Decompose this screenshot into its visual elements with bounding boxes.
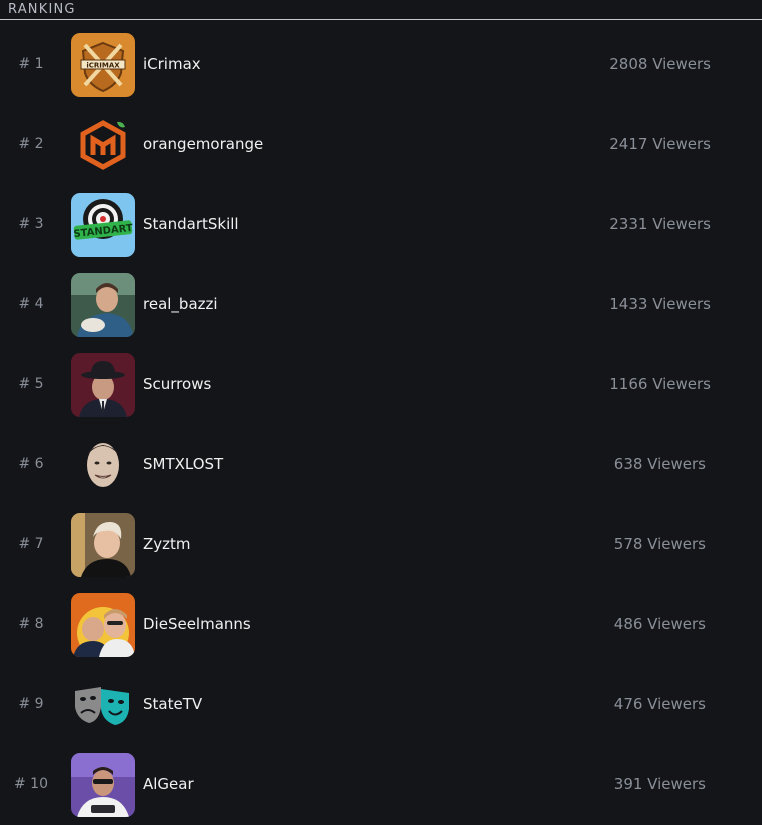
viewer-count: 476 Viewers: [613, 695, 706, 713]
ranking-list: # 1 iCRIMAX iCrimax 2808 Viewers # 2 ora…: [0, 25, 762, 825]
channel-name[interactable]: orangemorange: [143, 135, 263, 153]
channel-name[interactable]: DieSeelmanns: [143, 615, 251, 633]
channel-name[interactable]: AlGear: [143, 775, 194, 793]
channel-name[interactable]: StateTV: [143, 695, 202, 713]
viewer-count: 486 Viewers: [613, 615, 706, 633]
channel-avatar[interactable]: STANDART: [71, 193, 135, 257]
svg-text:iCRIMAX: iCRIMAX: [86, 62, 120, 70]
rank-number: # 7: [18, 536, 44, 552]
ranking-row[interactable]: # 4 real_bazzi 1433 Viewers: [0, 265, 762, 345]
ranking-row[interactable]: # 1 iCRIMAX iCrimax 2808 Viewers: [0, 25, 762, 105]
viewer-count: 2331 Viewers: [609, 215, 711, 233]
viewer-count: 1433 Viewers: [609, 295, 711, 313]
ranking-row[interactable]: # 9 StateTV 476 Viewers: [0, 665, 762, 745]
person-photo-icon: [71, 273, 135, 337]
channel-name[interactable]: Scurrows: [143, 375, 211, 393]
rank-number: # 1: [18, 56, 44, 72]
viewer-count: 1166 Viewers: [609, 375, 711, 393]
channel-avatar[interactable]: iCRIMAX: [71, 33, 135, 97]
viewer-count: 2417 Viewers: [609, 135, 711, 153]
channel-avatar[interactable]: [71, 753, 135, 817]
theater-masks-icon: [71, 673, 135, 737]
viewer-count: 578 Viewers: [613, 535, 706, 553]
person-photo-icon: [71, 753, 135, 817]
ranking-title: RANKING: [8, 2, 76, 17]
face-cutout-icon: [71, 433, 135, 497]
dartboard-logo-icon: STANDART: [71, 193, 135, 257]
viewer-count: 638 Viewers: [613, 455, 706, 473]
two-people-photo-icon: [71, 593, 135, 657]
channel-avatar[interactable]: [71, 273, 135, 337]
ranking-row[interactable]: # 5 Scurrows 1166 Viewers: [0, 345, 762, 425]
channel-name[interactable]: iCrimax: [143, 55, 201, 73]
viewer-count: 2808 Viewers: [609, 55, 711, 73]
ranking-row[interactable]: # 7 Zyztm 578 Viewers: [0, 505, 762, 585]
rank-number: # 8: [18, 616, 44, 632]
ranking-row[interactable]: # 10 AlGear 391 Viewers: [0, 745, 762, 825]
channel-avatar[interactable]: [71, 113, 135, 177]
rank-number: # 2: [18, 136, 44, 152]
channel-avatar[interactable]: [71, 353, 135, 417]
ranking-header: RANKING: [0, 0, 762, 20]
orange-m-logo-icon: [71, 113, 135, 177]
rank-number: # 10: [14, 776, 48, 792]
channel-avatar[interactable]: [71, 593, 135, 657]
viewer-count: 391 Viewers: [613, 775, 706, 793]
channel-avatar[interactable]: [71, 673, 135, 737]
ranking-row[interactable]: # 8 DieSeelmanns 486 Viewers: [0, 585, 762, 665]
icrimax-logo-icon: iCRIMAX: [71, 33, 135, 97]
channel-name[interactable]: StandartSkill: [143, 215, 239, 233]
hat-man-illustration-icon: [71, 353, 135, 417]
rank-number: # 5: [18, 376, 44, 392]
ranking-row[interactable]: # 3 STANDART StandartSkill 2331 Viewers: [0, 185, 762, 265]
ranking-row[interactable]: # 2 orangemorange 2417 Viewers: [0, 105, 762, 185]
rank-number: # 6: [18, 456, 44, 472]
rank-number: # 4: [18, 296, 44, 312]
channel-name[interactable]: real_bazzi: [143, 295, 218, 313]
channel-name[interactable]: SMTXLOST: [143, 455, 223, 473]
channel-name[interactable]: Zyztm: [143, 535, 191, 553]
ranking-row[interactable]: # 6 SMTXLOST 638 Viewers: [0, 425, 762, 505]
channel-avatar[interactable]: [71, 433, 135, 497]
channel-avatar[interactable]: [71, 513, 135, 577]
rank-number: # 3: [18, 216, 44, 232]
rank-number: # 9: [18, 696, 44, 712]
person-photo-icon: [71, 513, 135, 577]
